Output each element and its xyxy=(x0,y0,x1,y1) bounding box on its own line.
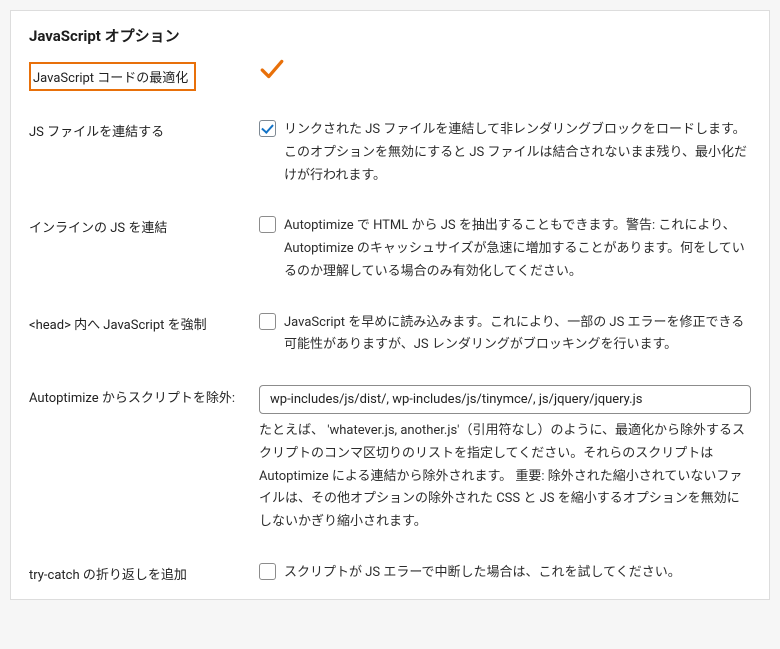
forcehead-js-desc: JavaScript を早めに読み込みます。これにより、一部の JS エラーを修… xyxy=(284,312,751,358)
section-title: JavaScript オプション xyxy=(29,25,751,46)
row-optimize-js: JavaScript コードの最適化 xyxy=(29,60,751,91)
row-trycatch: try-catch の折り返しを追加 スクリプトが JS エラーで中断した場合は… xyxy=(29,562,751,585)
js-options-panel: JavaScript オプション JavaScript コードの最適化 JS フ… xyxy=(10,10,770,600)
optimize-js-label: JavaScript コードの最適化 xyxy=(29,62,196,91)
trycatch-label: try-catch の折り返しを追加 xyxy=(29,562,259,583)
inline-js-desc: Autoptimize で HTML から JS を抽出することもできます。警告… xyxy=(284,215,751,283)
aggregate-js-desc: リンクされた JS ファイルを連結して非レンダリングブロックをロードします。この… xyxy=(284,119,751,187)
exclude-scripts-label: Autoptimize からスクリプトを除外: xyxy=(29,385,259,406)
inline-js-label: インラインの JS を連結 xyxy=(29,215,259,236)
aggregate-js-label: JS ファイルを連結する xyxy=(29,119,259,140)
forcehead-js-checkbox[interactable] xyxy=(259,313,276,330)
row-exclude-scripts: Autoptimize からスクリプトを除外: たとえば、 'whatever.… xyxy=(29,385,751,534)
exclude-scripts-desc: たとえば、 'whatever.js, another.js'（引用符なし）のよ… xyxy=(259,420,751,534)
exclude-scripts-input[interactable] xyxy=(259,385,751,414)
checkmark-icon xyxy=(259,56,285,82)
trycatch-desc: スクリプトが JS エラーで中断した場合は、これを試してください。 xyxy=(284,562,751,585)
trycatch-checkbox[interactable] xyxy=(259,563,276,580)
forcehead-js-label: <head> 内へ JavaScript を強制 xyxy=(29,312,259,333)
aggregate-js-checkbox[interactable] xyxy=(259,120,276,137)
row-inline-js: インラインの JS を連結 Autoptimize で HTML から JS を… xyxy=(29,215,751,283)
row-forcehead-js: <head> 内へ JavaScript を強制 JavaScript を早めに… xyxy=(29,312,751,358)
row-aggregate-js: JS ファイルを連結する リンクされた JS ファイルを連結して非レンダリングブ… xyxy=(29,119,751,187)
inline-js-checkbox[interactable] xyxy=(259,216,276,233)
